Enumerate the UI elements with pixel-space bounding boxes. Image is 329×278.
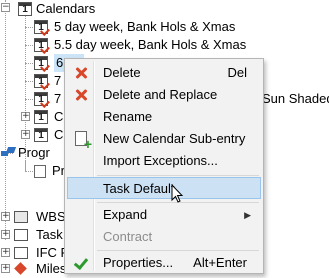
menu-item-label: Import Exceptions...: [103, 153, 218, 168]
expand-toggle[interactable]: +: [1, 230, 10, 239]
menu-item-label: Delete and Replace: [103, 87, 218, 102]
tree-item-label: Progr: [18, 145, 50, 160]
tree-item-label: Sun Shaded: [262, 91, 329, 106]
calendar-folder-icon: 1: [18, 2, 32, 16]
tree-item-wbs[interactable]: WBS: [14, 208, 66, 226]
calendar-icon: 1: [34, 38, 50, 54]
tree-item-label: 7: [54, 73, 62, 88]
tree-guide-line: [25, 160, 26, 170]
tree-guide-line: [25, 45, 33, 46]
tree-item-calendar[interactable]: 1 5.5 day week, Bank Hols & Xmas: [34, 36, 264, 54]
menu-item-label: Expand: [103, 207, 148, 222]
tree-guide-line: [25, 81, 33, 82]
tree-item-calendar[interactable]: 1 5 day week, Bank Hols & Xmas: [34, 18, 264, 36]
tree-guide-line: [5, 0, 6, 240]
tree-guide-line: [25, 63, 33, 64]
menu-item-properties[interactable]: Properties... Alt+Enter: [67, 252, 261, 274]
tree-item-overflow-text: Sun Shaded: [262, 90, 329, 108]
tree-item-label: Miles: [36, 261, 67, 276]
menu-item-label: Contract: [103, 229, 153, 244]
menu-item-task-default[interactable]: Task Default: [67, 177, 261, 199]
tree-item-label: Task: [36, 227, 63, 242]
expand-toggle[interactable]: +: [21, 130, 30, 139]
delete-replace-icon: [73, 87, 89, 103]
tree-item-progr[interactable]: Progr: [0, 144, 64, 162]
menu-item-shortcut: Alt+Enter: [193, 255, 247, 270]
tree-item-calendars[interactable]: 1 Calendars: [18, 0, 138, 18]
menu-item-expand[interactable]: Expand ▶: [67, 204, 261, 226]
milestone-icon: [14, 262, 27, 275]
calendar-icon: 1: [34, 20, 50, 36]
ifc-icon: [14, 247, 28, 259]
tree-item-icon-wrap: 1: [34, 54, 52, 72]
menu-item-shortcut: Del: [227, 65, 247, 80]
menu-item-label: New Calendar Sub-entry: [103, 131, 246, 146]
tree-item-calendar[interactable]: 1 7: [34, 90, 64, 108]
menu-item-rename[interactable]: Rename: [67, 106, 261, 128]
tree-item-label: WBS: [36, 209, 66, 224]
task-icon: [14, 229, 28, 241]
menu-item-label: Delete: [103, 65, 141, 80]
delete-icon: [73, 65, 89, 81]
calendar-icon: 1: [34, 74, 50, 90]
context-menu: Delete Del Delete and Replace Rename New…: [64, 58, 264, 274]
tree-item-progr-sub[interactable]: Pr: [34, 162, 65, 180]
menu-separator: [97, 175, 259, 176]
calendar-icon: 1: [34, 92, 50, 108]
menu-item-label: Rename: [103, 109, 153, 124]
expand-toggle[interactable]: +: [1, 264, 10, 273]
menu-item-import-exceptions[interactable]: Import Exceptions...: [67, 150, 261, 172]
menu-separator: [97, 250, 259, 251]
tree-item-calendar[interactable]: 1 Ca: [34, 126, 71, 144]
check-icon: [73, 255, 89, 271]
tree-item-label: 6: [56, 55, 64, 70]
menu-item-delete-and-replace[interactable]: Delete and Replace: [67, 84, 261, 106]
expand-toggle[interactable]: +: [1, 212, 10, 221]
tree-item-label: 5.5 day week, Bank Hols & Xmas: [54, 37, 247, 52]
tree-guide-line: [25, 27, 33, 28]
calendar-icon: 1: [34, 128, 48, 142]
mouse-cursor-icon: [171, 184, 184, 203]
tree-item-calendar[interactable]: 1 7: [34, 72, 64, 90]
collapse-toggle[interactable]: −: [1, 3, 10, 12]
submenu-arrow-icon: ▶: [244, 210, 251, 220]
tree-item-milestones[interactable]: Miles: [14, 260, 67, 278]
progress-icon-part: [5, 147, 17, 153]
menu-item-delete[interactable]: Delete Del: [67, 62, 261, 84]
tree-item-calendar[interactable]: 1 Ca: [34, 108, 71, 126]
menu-item-label: Task Default: [103, 181, 175, 196]
expand-toggle[interactable]: +: [21, 112, 30, 121]
tree-item-task[interactable]: Task: [14, 226, 64, 244]
calendar-icon: 1: [34, 56, 50, 72]
wbs-icon: [14, 211, 28, 223]
tree-item-label: 7: [54, 91, 62, 106]
menu-item-contract[interactable]: Contract: [67, 226, 261, 248]
new-entry-icon: [75, 131, 92, 151]
tree-item-label: Calendars: [36, 1, 96, 16]
document-icon: [34, 165, 46, 178]
menu-item-label: Properties...: [103, 255, 174, 270]
calendar-icon: 1: [34, 110, 48, 124]
tree-item-label: 5 day week, Bank Hols & Xmas: [54, 19, 236, 34]
tree-guide-line: [25, 99, 33, 100]
expand-toggle[interactable]: +: [1, 248, 10, 257]
tree-guide-line: [25, 171, 33, 172]
menu-item-new-calendar-sub-entry[interactable]: New Calendar Sub-entry: [67, 128, 261, 151]
